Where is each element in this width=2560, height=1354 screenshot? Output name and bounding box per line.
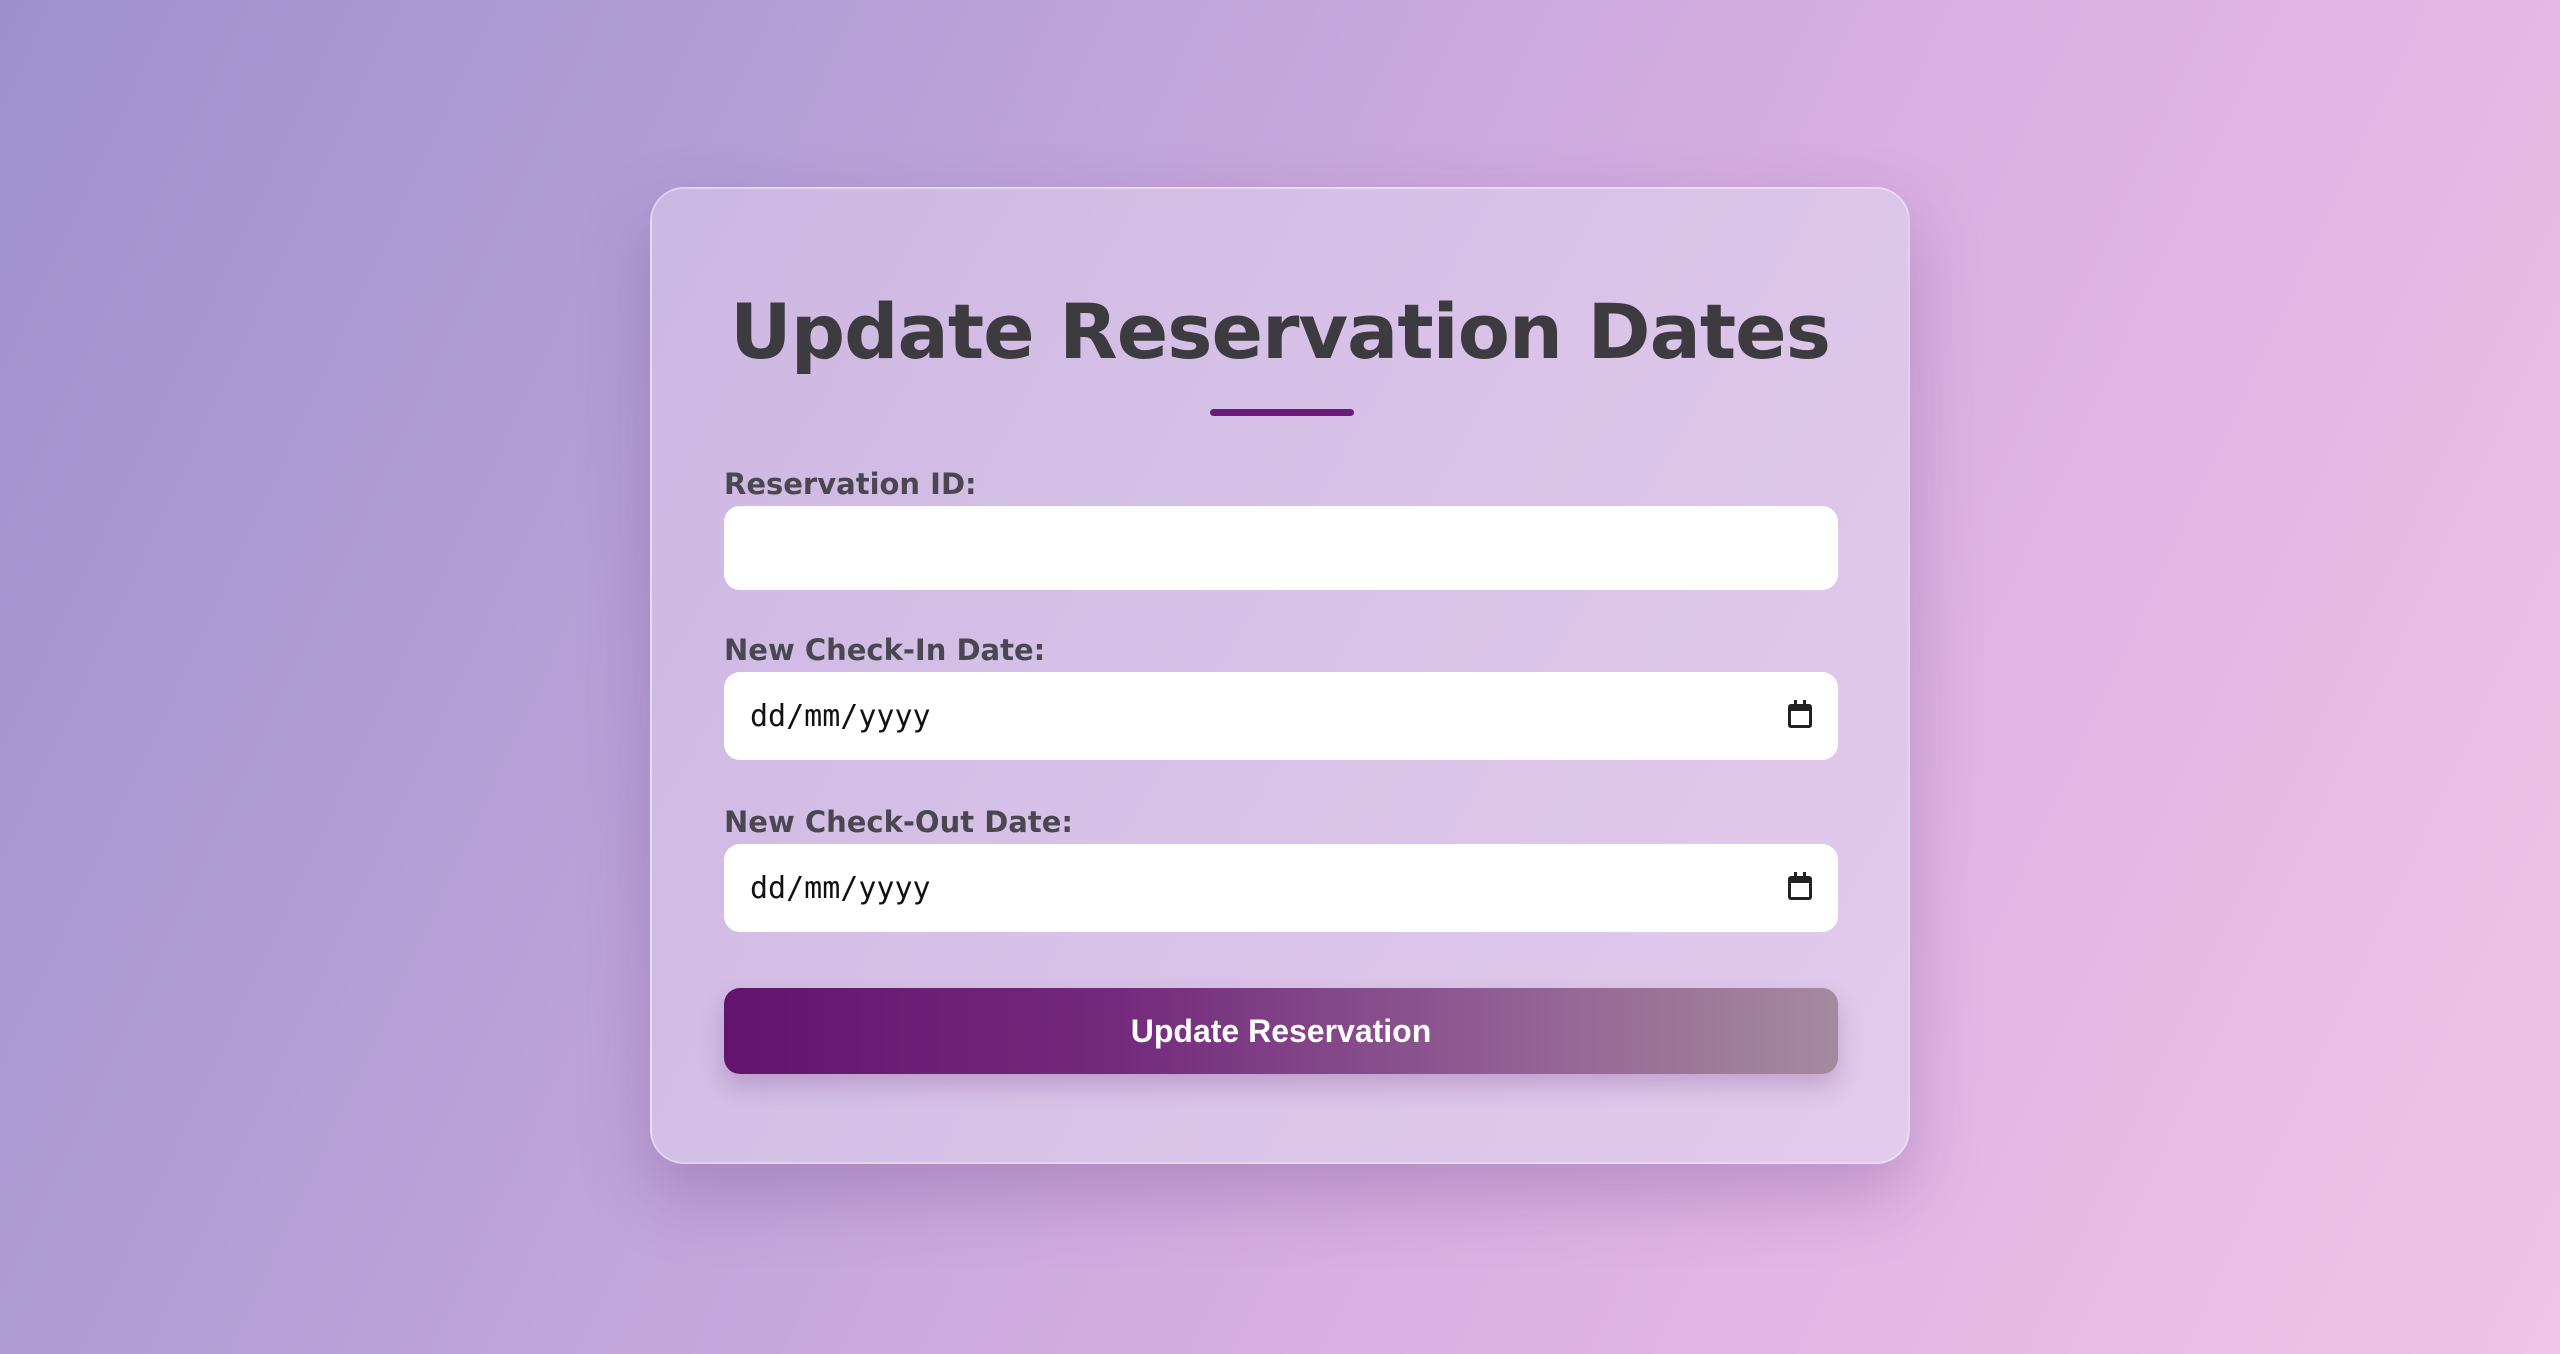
check-in-date-placeholder: dd/mm/yyyy xyxy=(750,698,931,734)
check-out-date-input[interactable]: dd/mm/yyyy xyxy=(724,844,1838,932)
check-out-date-label: New Check-Out Date: xyxy=(724,805,1073,839)
reservation-form-card: Update Reservation Dates Reservation ID:… xyxy=(650,187,1910,1164)
reservation-id-label: Reservation ID: xyxy=(724,467,977,501)
page-title: Update Reservation Dates xyxy=(730,287,1831,376)
check-out-date-placeholder: dd/mm/yyyy xyxy=(750,870,931,906)
check-in-date-label: New Check-In Date: xyxy=(724,633,1046,667)
calendar-icon[interactable] xyxy=(1788,872,1812,900)
title-underline xyxy=(1210,409,1354,416)
reservation-id-input[interactable] xyxy=(724,506,1838,590)
update-reservation-button[interactable]: Update Reservation xyxy=(724,988,1838,1074)
calendar-icon[interactable] xyxy=(1788,700,1812,728)
check-in-date-input[interactable]: dd/mm/yyyy xyxy=(724,672,1838,760)
